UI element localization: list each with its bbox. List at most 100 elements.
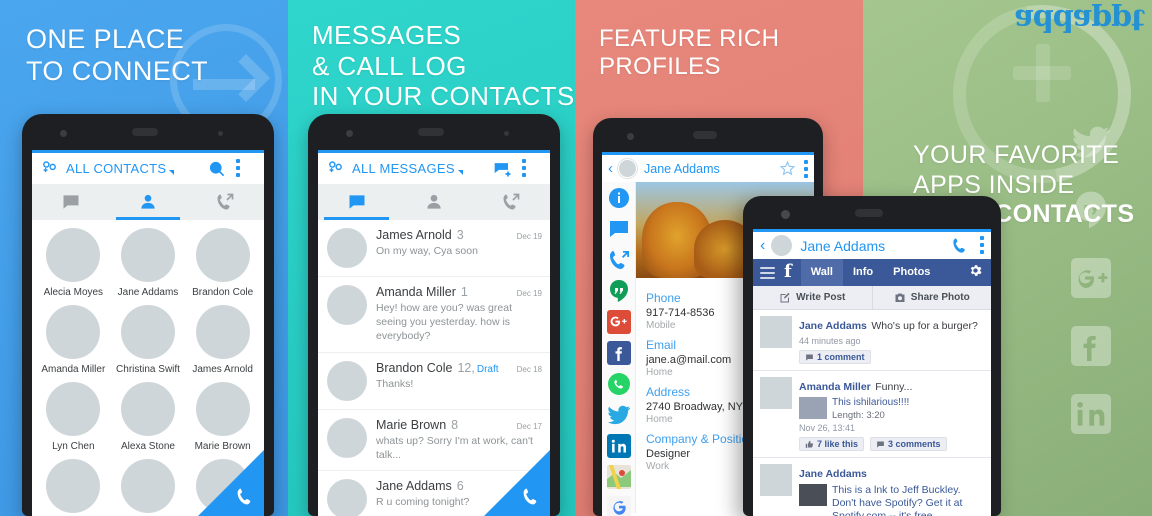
search-icon[interactable] (207, 159, 227, 179)
post-thumbnail (799, 484, 827, 506)
overflow-menu-icon[interactable] (980, 236, 984, 255)
contact-cell[interactable]: Alexa Stone (111, 382, 186, 452)
phone-contacts: ALL CONTACTS Alecia Moyes Jane Addams Br… (22, 114, 274, 516)
thread-preview: On my way, Cya soon (376, 245, 478, 257)
tab-contacts[interactable] (395, 184, 472, 220)
avatar (771, 235, 793, 256)
tab-photos[interactable]: Photos (883, 259, 940, 286)
thread-count: 3 (456, 228, 464, 242)
post-length: Length: 3:20 (832, 410, 885, 421)
tab-wall[interactable]: Wall (800, 259, 843, 286)
phone-messages: ALL MESSAGES James Arnold 3 Dec 19 On my… (308, 114, 560, 516)
hamburger-icon[interactable] (753, 264, 775, 282)
post-link[interactable]: This ishilarious!!!! (832, 397, 909, 408)
comment-chip[interactable]: 3 comments (870, 437, 947, 451)
tab-calls[interactable] (473, 184, 550, 220)
feed-post[interactable]: Jane Addams This is a lnk to Jeff Buckle… (753, 458, 991, 516)
contact-cell[interactable]: Amanda Miller (36, 305, 111, 375)
back-icon[interactable]: ‹ (608, 160, 613, 177)
feed-post[interactable]: Amanda Miller Funny... This ishilarious!… (753, 371, 991, 458)
facebook-icon[interactable] (606, 341, 631, 365)
message-thread[interactable]: Amanda Miller 1 Dec 19 Hey! how are you?… (318, 277, 550, 353)
panel-three-title: FEATURE RICH PROFILES (599, 25, 780, 81)
tab-info[interactable]: Info (843, 259, 883, 286)
thread-count: 1 (460, 285, 468, 299)
new-message-icon[interactable] (493, 159, 513, 179)
thread-name: Marie Brown (376, 417, 447, 432)
call-icon[interactable] (951, 236, 970, 255)
contact-cell[interactable] (36, 459, 111, 516)
post-timestamp: Nov 26, 13:41 (799, 423, 856, 433)
thread-name: Amanda Miller (376, 285, 456, 299)
overflow-menu-icon[interactable] (236, 158, 256, 179)
write-post-label: Write Post (796, 292, 846, 303)
thread-name: James Arnold (376, 228, 452, 242)
twitter-icon[interactable] (607, 403, 631, 427)
profile-header: ‹ Jane Addams (602, 152, 814, 182)
post-link[interactable]: This is a lnk to Jeff Buckley. Don't hav… (832, 484, 984, 516)
write-post-button[interactable]: Write Post (753, 286, 872, 309)
contact-cell[interactable] (111, 459, 186, 516)
comment-chip-label: 1 comment (817, 352, 865, 362)
panel-two-title: MESSAGES & CALL LOG IN YOUR CONTACTS (312, 20, 575, 112)
tab-calls[interactable] (187, 184, 264, 220)
overflow-menu-icon[interactable] (522, 158, 542, 179)
dropdown-caret-icon[interactable] (457, 170, 463, 175)
dropdown-caret-icon[interactable] (169, 170, 175, 175)
message-icon[interactable] (607, 217, 631, 241)
linkedin-icon[interactable] (606, 434, 631, 458)
tab-contacts[interactable] (109, 184, 186, 220)
contact-name: Brandon Cole (192, 287, 254, 298)
facebook-feed: Jane Addams Who's up for a burger? 44 mi… (753, 310, 991, 516)
contact-cell[interactable]: Marie Brown (185, 382, 260, 452)
contact-cell[interactable]: Christina Swift (111, 305, 186, 375)
profile-name: Jane Addams (644, 161, 720, 176)
thread-date: Dec 19 (516, 289, 542, 298)
facebook-brand-icon: f (784, 261, 792, 282)
contact-cell[interactable]: Brandon Cole (185, 228, 260, 298)
promo-banner: ONE PLACE TO CONNECT MESSAGES & CALL LOG… (0, 0, 1152, 516)
maps-icon[interactable] (606, 465, 631, 489)
contact-cell[interactable]: Jane Addams (111, 228, 186, 298)
post-text: Funny... (875, 381, 913, 393)
google-plus-icon (1071, 258, 1111, 298)
contact-name: Amanda Miller (41, 364, 106, 375)
messages-appbar-title: ALL MESSAGES (352, 161, 455, 176)
contacts-appbar: ALL CONTACTS (32, 150, 264, 184)
thread-preview: Thanks! (376, 377, 414, 390)
thread-date: Dec 17 (516, 421, 542, 431)
overflow-menu-icon[interactable] (804, 160, 808, 178)
feed-post[interactable]: Jane Addams Who's up for a burger? 44 mi… (753, 310, 991, 371)
thread-preview: whats up? Sorry I'm at work, can't talk.… (376, 434, 533, 461)
google-plus-icon[interactable] (606, 310, 631, 334)
addappt-logo-icon (40, 159, 59, 178)
whatsapp-icon[interactable] (607, 372, 631, 396)
panel-one-title: ONE PLACE TO CONNECT (26, 24, 209, 86)
contact-name: Christina Swift (116, 364, 180, 375)
contact-cell[interactable]: Lyn Chen (36, 382, 111, 452)
info-icon[interactable] (607, 186, 631, 210)
brand-logo: addappt (1014, 2, 1144, 37)
tab-messages[interactable] (318, 184, 395, 220)
like-chip[interactable]: 7 like this (799, 437, 865, 451)
contact-cell[interactable]: James Arnold (185, 305, 260, 375)
call-icon[interactable] (607, 248, 631, 272)
thread-name: Brandon Cole (376, 360, 453, 375)
post-author: Jane Addams (799, 468, 867, 480)
contact-name: Marie Brown (194, 441, 251, 452)
gear-icon[interactable] (968, 263, 991, 283)
thread-count: 6 (456, 478, 464, 493)
message-thread[interactable]: Brandon Cole 12, Draft Dec 18 Thanks! (318, 353, 550, 410)
comment-chip[interactable]: 1 comment (799, 350, 871, 364)
favorite-star-icon[interactable] (779, 160, 796, 177)
tab-messages[interactable] (32, 184, 109, 220)
hangouts-icon[interactable] (607, 279, 631, 303)
back-icon[interactable]: ‹ (760, 237, 765, 255)
google-search-icon[interactable] (606, 496, 631, 516)
share-photo-button[interactable]: Share Photo (871, 286, 992, 309)
post-text: Who's up for a burger? (871, 320, 978, 332)
message-thread[interactable]: Marie Brown 8 Dec 17 whats up? Sorry I'm… (318, 410, 550, 471)
message-thread[interactable]: James Arnold 3 Dec 19 On my way, Cya soo… (318, 220, 550, 277)
contact-cell[interactable]: Alecia Moyes (36, 228, 111, 298)
thread-date: Dec 18 (516, 364, 542, 374)
